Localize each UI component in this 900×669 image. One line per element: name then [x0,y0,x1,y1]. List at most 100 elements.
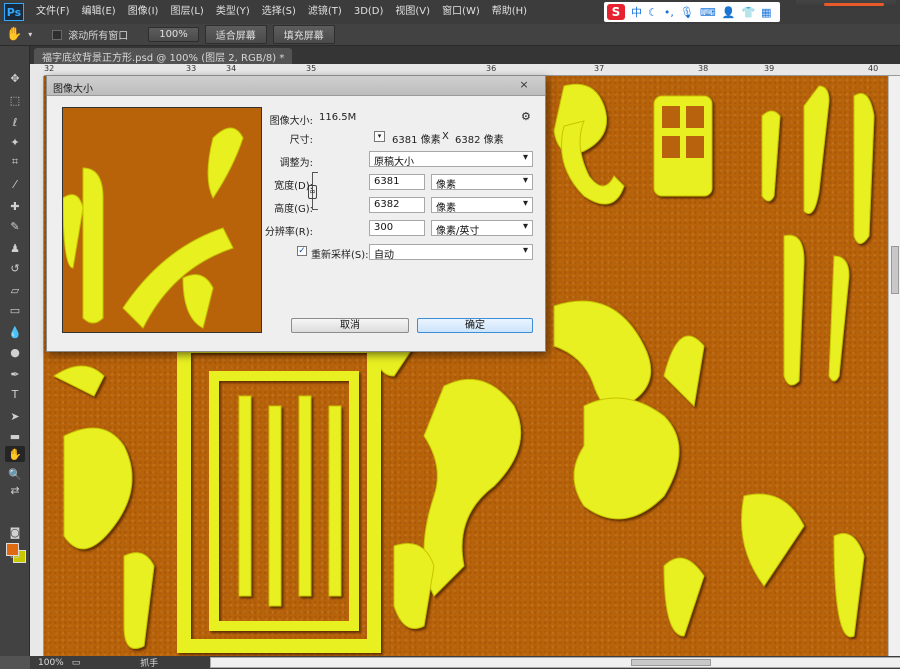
dimensions-dropdown-icon[interactable]: ▾ [374,131,385,142]
width-input[interactable]: 6381 [369,174,425,190]
scroll-all-checkbox[interactable] [52,29,63,40]
rectangle-tool-icon[interactable]: ▬ [5,428,25,444]
close-icon[interactable]: × [517,78,531,92]
ruler-tick: 32 [44,64,55,73]
keyboard-icon[interactable]: ⌨ [700,6,716,19]
height-input[interactable]: 6382 [369,197,425,213]
hand-tool-icon[interactable]: ✋ [5,446,25,462]
status-bar: 100% ▭ 抓手 [30,656,900,669]
resample-label: 重新采样(S): [311,250,369,261]
menu-type[interactable]: 类型(Y) [210,0,256,24]
gear-icon[interactable]: ⚙ [521,110,531,123]
horizontal-scrollbar[interactable] [210,657,900,668]
move-tool-icon[interactable]: ✥ [5,70,25,86]
image-preview[interactable] [62,107,262,333]
image-size-value: 116.5M [319,112,357,123]
healing-brush-tool-icon[interactable]: ✚ [5,198,25,214]
ok-button[interactable]: 确定 [417,318,533,333]
dodge-tool-icon[interactable]: ● [5,344,25,360]
ruler-tick: 35 [306,64,317,73]
photoshop-logo-icon: Ps [4,3,24,21]
hand-tool-icon[interactable]: ✋ [6,27,22,42]
lasso-tool-icon[interactable]: ℓ [5,114,25,130]
pen-tool-icon[interactable]: ✒ [5,366,25,382]
zoom-100-button[interactable]: 100% [148,27,199,42]
zoom-tool-icon[interactable]: 🔍 [5,466,25,482]
ime-toolbar[interactable]: S 中 ☾ •, 🎙 ⌨ 👤 👕 ▦ [604,2,780,22]
dimensions-width: 6381 像素 [392,135,441,146]
history-brush-tool-icon[interactable]: ↺ [5,260,25,276]
fit-to-label: 调整为: [279,158,313,169]
ruler-tick: 40 [868,64,879,73]
dimensions-x: X [442,131,449,142]
menu-select[interactable]: 选择(S) [256,0,302,24]
window-controls[interactable] [796,0,896,8]
blur-tool-icon[interactable]: 💧 [5,324,25,340]
dialog-title[interactable]: 图像大小 [47,76,545,96]
width-unit-select[interactable]: 像素 [431,174,533,191]
vertical-scrollbar[interactable] [888,76,900,656]
path-selection-tool-icon[interactable]: ➤ [5,408,25,424]
crop-tool-icon[interactable]: ⌗ [5,154,25,170]
fill-screen-button[interactable]: 填充屏幕 [272,25,335,44]
ruler-tick: 37 [594,64,605,73]
gradient-tool-icon[interactable]: ▭ [5,302,25,318]
ruler-corner [30,64,44,76]
shirt-icon[interactable]: 👕 [741,6,755,19]
options-bar: ✋ ▾ 滚动所有窗口 100% 适合屏幕 填充屏幕 [0,24,900,46]
menu-layer[interactable]: 图层(L) [164,0,209,24]
punctuation-icon[interactable]: •, [664,6,674,19]
resample-select[interactable]: 自动 [369,244,533,261]
marquee-tool-icon[interactable]: ⬚ [5,92,25,108]
foreground-color-swatch[interactable] [6,543,19,556]
menu-file[interactable]: 文件(F) [30,0,76,24]
magic-wand-tool-icon[interactable]: ✦ [5,134,25,150]
tool-hint: 抓手 [140,659,159,669]
ime-mode-label[interactable]: 中 [631,4,642,20]
scroll-all-label: 滚动所有窗口 [68,31,129,42]
eyedropper-tool-icon[interactable]: ⁄ [5,176,25,192]
width-label: 宽度(D): [274,181,313,192]
tool-preset-chevron-icon[interactable]: ▾ [28,30,32,39]
ruler-tick: 36 [486,64,497,73]
moon-icon[interactable]: ☾ [648,6,658,19]
horizontal-scroll-thumb[interactable] [631,659,711,666]
ruler-tick: 39 [764,64,775,73]
sogou-logo-icon: S [607,4,625,20]
menu-bar: Ps 文件(F) 编辑(E) 图像(I) 图层(L) 类型(Y) 选择(S) 滤… [0,0,900,24]
ruler-tick: 38 [698,64,709,73]
fit-to-select[interactable]: 原稿大小 [369,151,533,168]
menu-help[interactable]: 帮助(H) [486,0,533,24]
menu-window[interactable]: 窗口(W) [436,0,486,24]
fit-screen-button[interactable]: 适合屏幕 [204,25,267,44]
resolution-unit-select[interactable]: 像素/英寸 [431,220,533,237]
dimensions-height: 6382 像素 [455,135,504,146]
resolution-input[interactable]: 300 [369,220,425,236]
menu-filter[interactable]: 滤镜(T) [302,0,348,24]
status-info-icon[interactable]: ▭ [72,658,81,668]
microphone-icon[interactable]: 🎙 [680,6,694,19]
menu-view[interactable]: 视图(V) [389,0,436,24]
height-label: 高度(G): [274,204,313,215]
height-unit-select[interactable]: 像素 [431,197,533,214]
menu-image[interactable]: 图像(I) [122,0,165,24]
type-tool-icon[interactable]: T [5,386,25,402]
brush-tool-icon[interactable]: ✎ [5,218,25,234]
resample-checkbox[interactable]: ✓ [297,246,307,256]
quick-mask-icon[interactable]: ◙ [5,524,25,540]
user-icon[interactable]: 👤 [722,6,736,19]
image-size-dialog: 图像大小 × 图像大小: 116.5M ⚙ 尺寸: ▾ 6381 像素 X 63… [46,75,546,352]
resolution-label: 分辨率(R): [264,227,313,238]
zoom-level[interactable]: 100% [38,658,64,668]
vertical-ruler [30,76,44,656]
grid-icon[interactable]: ▦ [761,6,771,19]
ruler-tick: 34 [226,64,237,73]
cancel-button[interactable]: 取消 [291,318,409,333]
menu-edit[interactable]: 编辑(E) [76,0,122,24]
vertical-scroll-thumb[interactable] [891,246,899,294]
menu-3d[interactable]: 3D(D) [348,0,390,24]
clone-stamp-tool-icon[interactable]: ♟ [5,240,25,256]
eraser-tool-icon[interactable]: ▱ [5,282,25,298]
swap-colors-icon[interactable]: ⇄ [5,482,25,498]
document-tab[interactable]: 福字底纹背景正方形.psd @ 100% (图层 2, RGB/8) * [34,48,293,64]
